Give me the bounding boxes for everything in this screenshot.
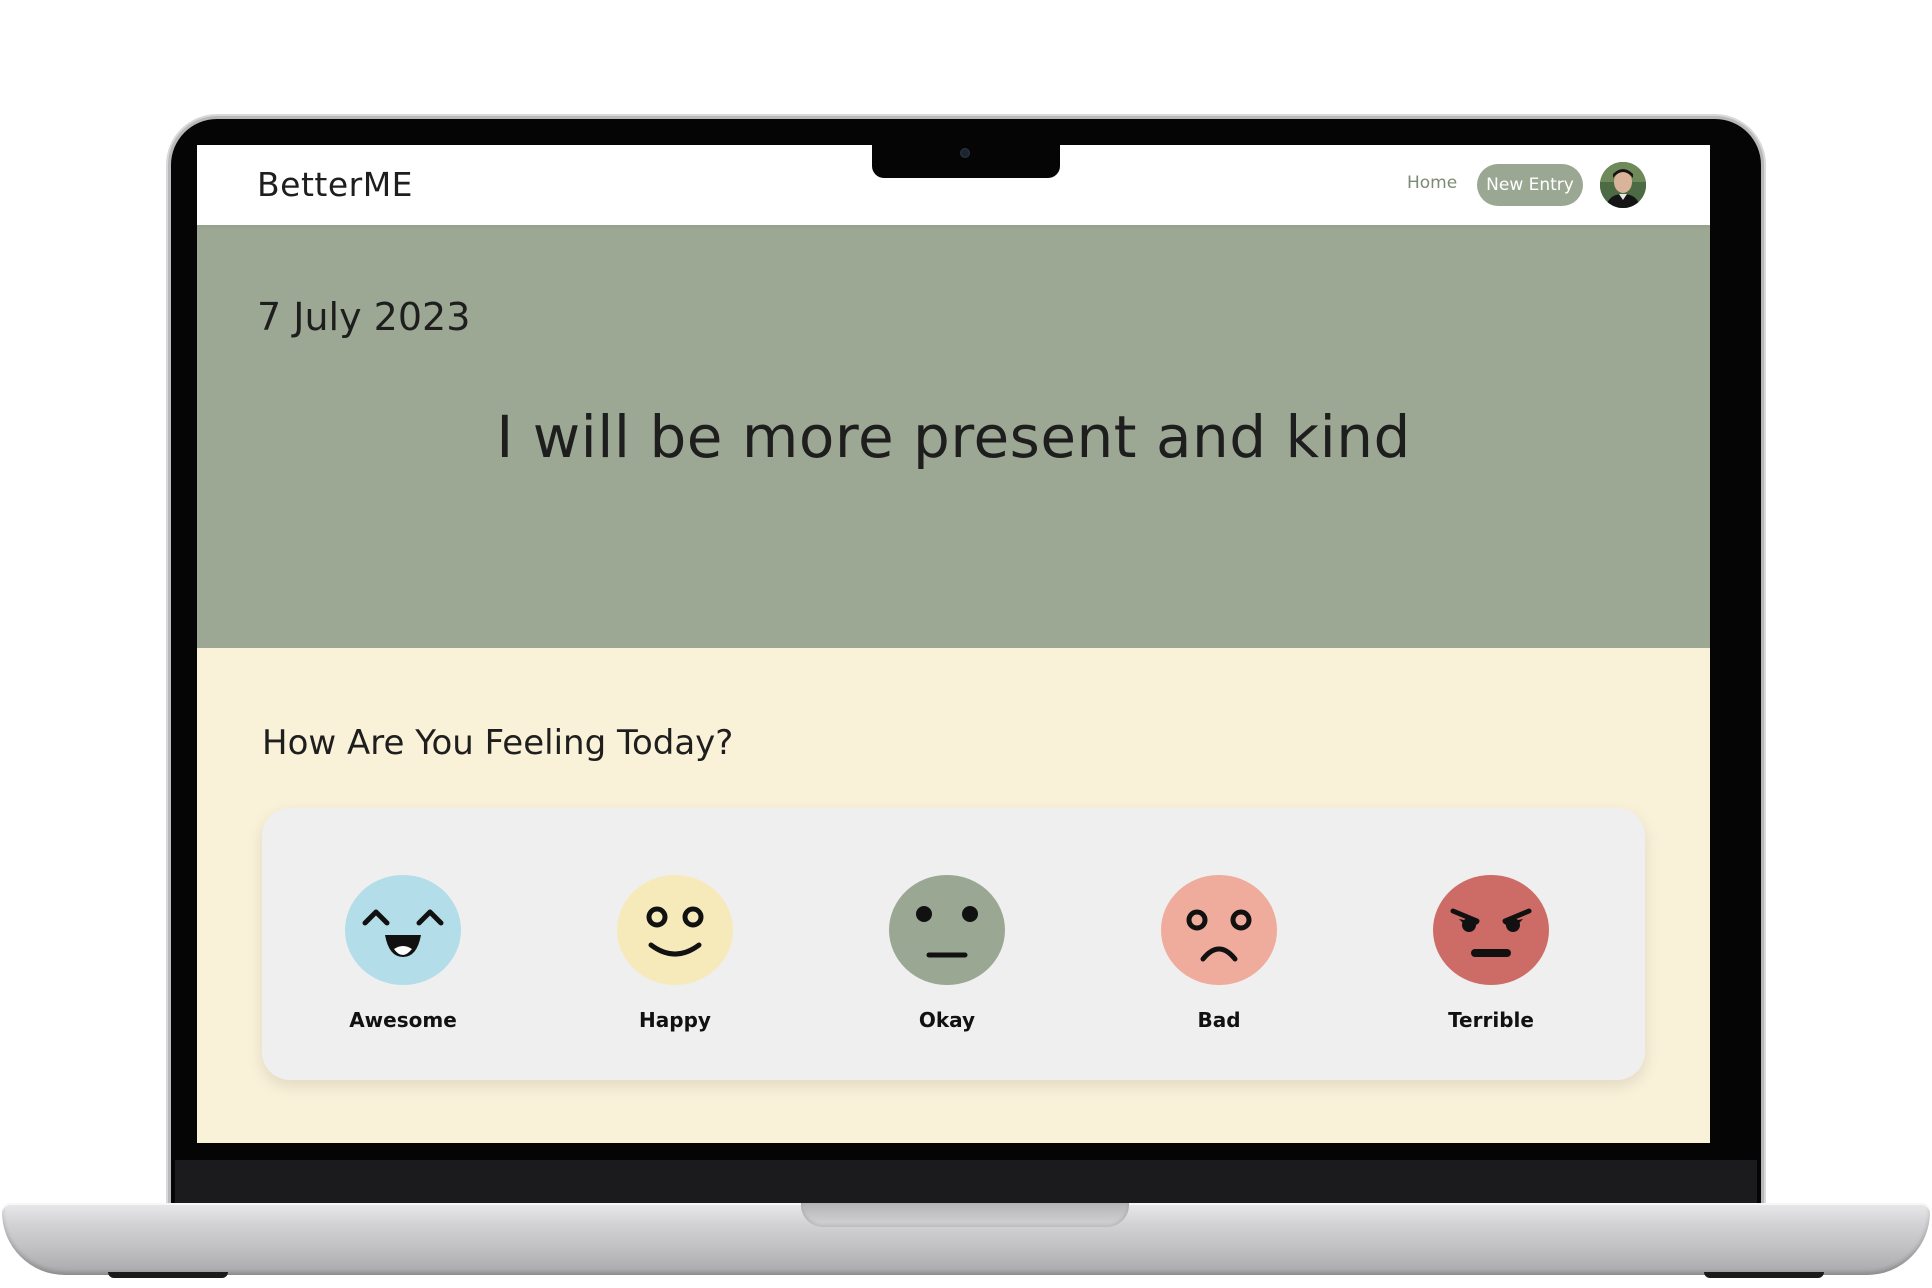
avatar-icon	[1600, 162, 1646, 208]
mood-label: Okay	[918, 1008, 976, 1032]
stage: BetterME Home New Entry 7 July 2023 I wi…	[0, 0, 1932, 1288]
mood-label: Terrible	[1448, 1008, 1534, 1032]
app-screen: BetterME Home New Entry 7 July 2023 I wi…	[197, 145, 1710, 1143]
entry-date: 7 July 2023	[257, 295, 471, 339]
mood-option-okay[interactable]: Okay	[862, 808, 1032, 1080]
bad-face-icon	[1161, 875, 1277, 985]
user-avatar[interactable]	[1600, 162, 1646, 208]
mood-option-terrible[interactable]: Terrible	[1406, 808, 1576, 1080]
laptop-lid-bottom	[175, 1160, 1757, 1206]
mood-option-happy[interactable]: Happy	[590, 808, 760, 1080]
terrible-face-icon	[1433, 875, 1549, 985]
mood-label: Happy	[639, 1008, 711, 1032]
happy-face-icon	[617, 875, 733, 985]
mood-label: Awesome	[349, 1008, 457, 1032]
camera-notch	[872, 145, 1060, 178]
brand-logo[interactable]: BetterME	[257, 165, 413, 204]
laptop-foot-left	[108, 1272, 228, 1278]
mood-label: Bad	[1197, 1008, 1241, 1032]
nav-home-link[interactable]: Home	[1407, 173, 1457, 193]
okay-face-icon	[889, 875, 1005, 985]
new-entry-button[interactable]: New Entry	[1477, 164, 1583, 206]
camera-icon	[960, 148, 970, 158]
daily-intention: I will be more present and kind	[496, 403, 1411, 471]
awesome-face-icon	[345, 875, 461, 985]
mood-heading: How Are You Feeling Today?	[262, 723, 734, 763]
laptop-base-notch	[801, 1203, 1129, 1227]
mood-selector-card: Awesome Happy Okay Bad Terrible	[262, 808, 1645, 1080]
mood-option-bad[interactable]: Bad	[1134, 808, 1304, 1080]
intention-hero: 7 July 2023 I will be more present and k…	[197, 225, 1710, 648]
mood-option-awesome[interactable]: Awesome	[318, 808, 488, 1080]
laptop-foot-right	[1704, 1272, 1824, 1278]
